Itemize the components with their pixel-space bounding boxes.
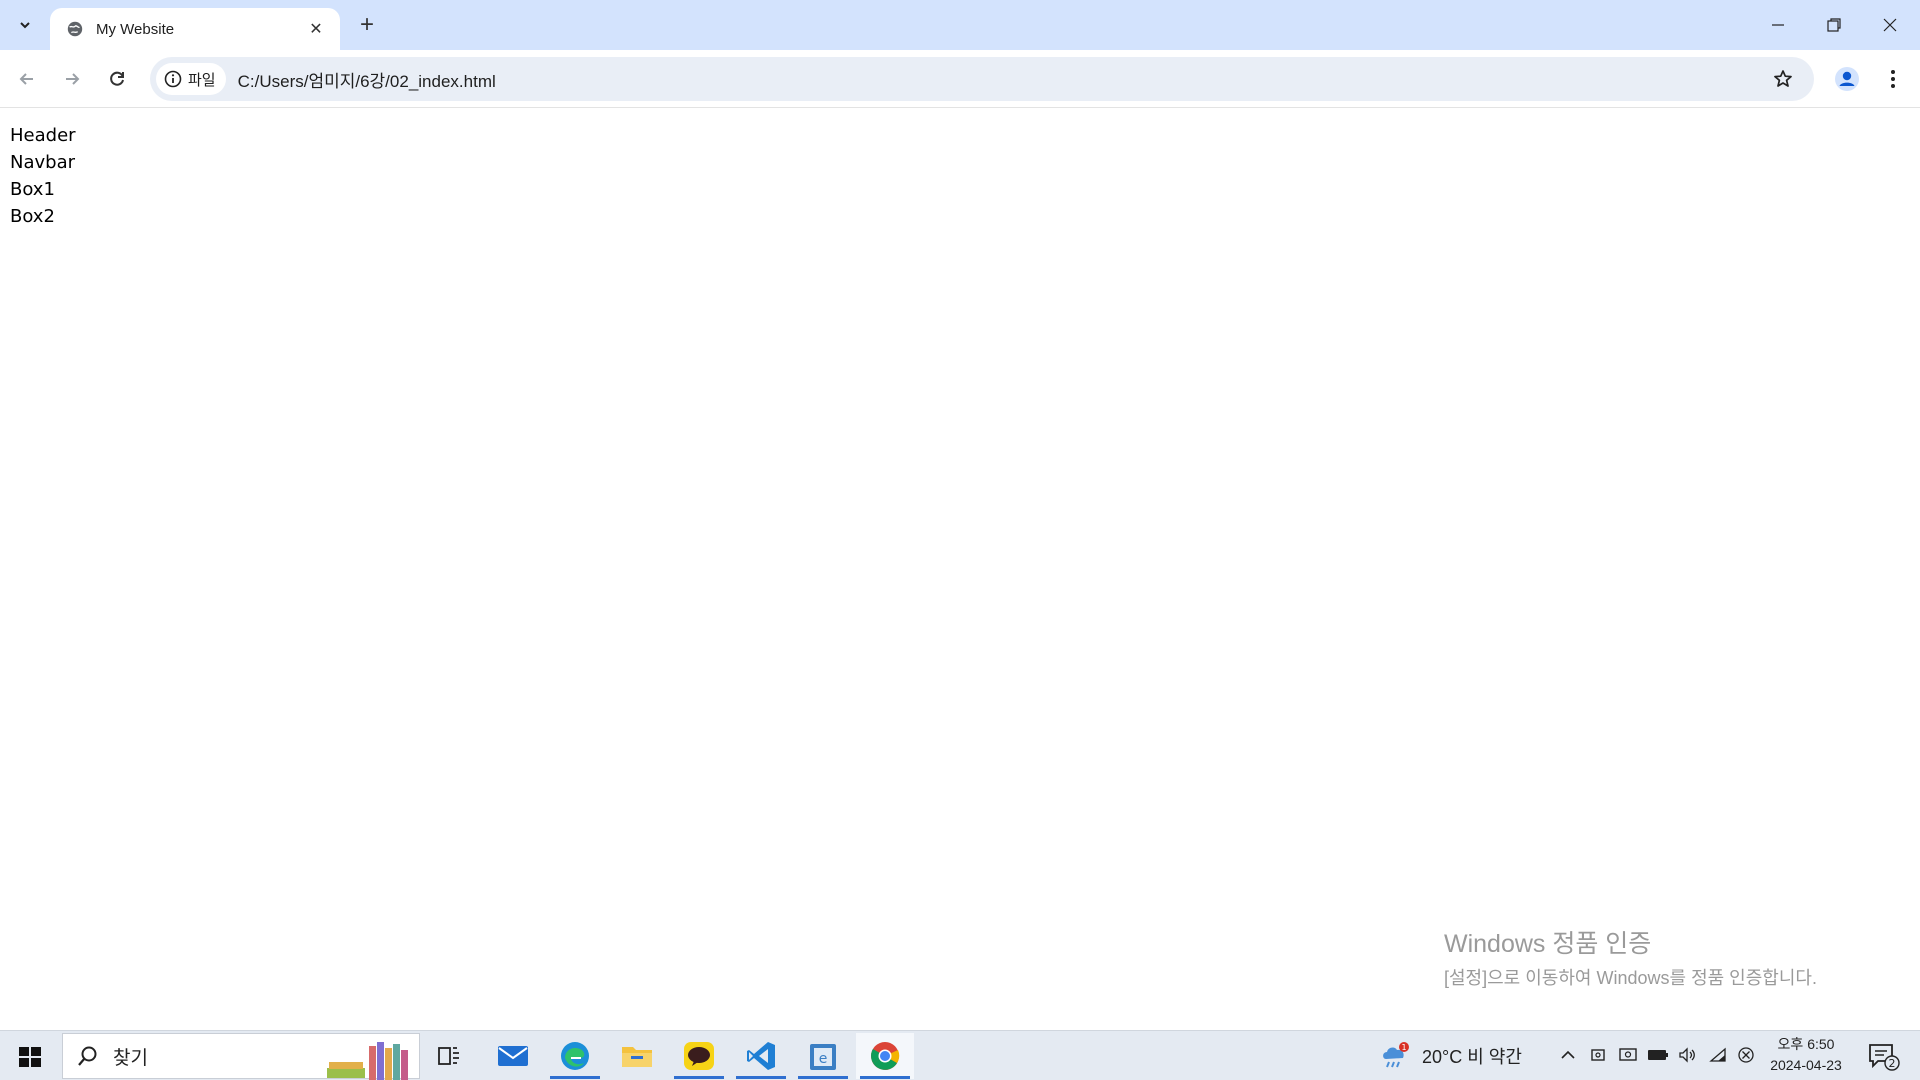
weather-widget[interactable]: 1 20°C 비 약간 (1380, 1041, 1522, 1071)
box1-text: Box1 (10, 179, 55, 200)
kakaotalk-app-button[interactable] (670, 1033, 728, 1079)
tray-ime-button[interactable] (1734, 1043, 1758, 1067)
notification-count: 2 (1889, 1057, 1896, 1070)
box2-text: Box2 (10, 206, 55, 227)
mail-icon (498, 1046, 528, 1066)
site-chip-label: 파일 (188, 71, 216, 89)
tray-battery-button[interactable] (1646, 1043, 1670, 1067)
kakaotalk-icon (684, 1042, 714, 1070)
tab-close-icon[interactable]: ✕ (304, 17, 328, 41)
arrow-right-icon (66, 73, 80, 85)
profile-button[interactable] (1830, 62, 1864, 96)
no-connection-icon (1738, 1047, 1754, 1063)
tray-meet-button[interactable] (1586, 1043, 1610, 1067)
notepad-app-button[interactable]: e (794, 1033, 852, 1079)
header-text: Header (10, 125, 76, 146)
mail-app-button[interactable] (484, 1033, 542, 1079)
close-icon (1883, 18, 1897, 32)
browser-tab[interactable]: My Website ✕ (50, 8, 340, 50)
info-icon (164, 70, 182, 88)
tab-strip: My Website ✕ + (0, 0, 1920, 50)
windows-activation-watermark: Windows 정품 인증 [설정]으로 이동하여 Windows를 정품 인증… (1444, 924, 1817, 990)
edge-app-button[interactable] (546, 1033, 604, 1079)
search-icon (78, 1046, 97, 1066)
chrome-app-button[interactable] (856, 1033, 914, 1079)
books-illustration-icon (327, 1042, 408, 1080)
camera-icon (1591, 1049, 1605, 1061)
close-window-button[interactable] (1862, 0, 1918, 50)
url-text[interactable]: C:/Users/엄미지/6강/02_index.html (238, 67, 1766, 92)
start-button[interactable] (12, 1043, 48, 1071)
new-tab-button[interactable]: + (352, 10, 382, 40)
navbar-text: Navbar (10, 152, 76, 173)
svg-text:e: e (819, 1051, 828, 1067)
chevron-down-icon (20, 22, 30, 29)
restore-button[interactable] (1806, 0, 1862, 50)
more-vert-icon (1891, 70, 1895, 88)
restore-icon (1827, 18, 1841, 32)
weather-alert-badge: 1 (1401, 1043, 1406, 1052)
tray-volume-button[interactable] (1676, 1043, 1700, 1067)
tab-search-button[interactable] (8, 8, 42, 42)
page-content: Header Navbar Box1 Box2 (10, 122, 76, 230)
minimize-icon (1772, 24, 1784, 26)
notification-icon: 2 (1869, 1044, 1900, 1071)
windows-logo-icon (19, 1047, 41, 1067)
tray-network-button[interactable] (1706, 1043, 1730, 1067)
task-view-button[interactable] (420, 1033, 478, 1079)
wifi-icon (1709, 1047, 1726, 1062)
reload-icon (110, 71, 124, 86)
globe-icon (67, 21, 83, 37)
taskbar: 찾기 e 1 20°C 비 약간 오후 6:50 2024-04-23 2 (0, 1030, 1920, 1080)
forward-button[interactable] (55, 62, 89, 96)
taskbar-search-label: 찾기 (113, 1047, 148, 1069)
activation-title: Windows 정품 인증 (1444, 930, 1652, 958)
vscode-app-button[interactable] (732, 1033, 790, 1079)
clock-date: 2024-04-23 (1770, 1057, 1842, 1073)
volume-icon (1679, 1047, 1695, 1063)
tray-device-button[interactable] (1616, 1043, 1640, 1067)
bookmark-button[interactable] (1766, 62, 1800, 96)
rain-cloud-icon: 1 (1383, 1042, 1409, 1068)
avatar-icon (1835, 67, 1859, 91)
minimize-button[interactable] (1750, 0, 1806, 50)
activation-subtitle: [설정]으로 이동하여 Windows를 정품 인증합니다. (1444, 968, 1817, 988)
taskbar-search-box[interactable]: 찾기 (62, 1033, 420, 1080)
clock-time: 오후 6:50 (1777, 1036, 1835, 1052)
chevron-up-icon (1561, 1050, 1575, 1059)
vscode-icon (747, 1042, 775, 1070)
notepad-icon: e (810, 1044, 836, 1070)
back-button[interactable] (10, 62, 44, 96)
file-explorer-button[interactable] (608, 1033, 666, 1079)
reload-button[interactable] (100, 62, 134, 96)
task-view-icon (438, 1047, 459, 1065)
monitor-icon (1619, 1048, 1637, 1061)
folder-icon (622, 1047, 652, 1067)
browser-menu-button[interactable] (1876, 62, 1910, 96)
taskbar-clock[interactable]: 오후 6:50 2024-04-23 (1764, 1034, 1848, 1076)
site-info-chip[interactable]: 파일 (156, 63, 226, 95)
address-bar[interactable]: 파일 C:/Users/엄미지/6강/02_index.html (150, 57, 1814, 101)
tab-title: My Website (96, 20, 175, 38)
chrome-icon (871, 1042, 900, 1070)
notification-center-button[interactable]: 2 (1866, 1041, 1900, 1071)
weather-text: 20°C 비 약간 (1422, 1047, 1522, 1067)
arrow-left-icon (19, 73, 33, 85)
star-icon (1774, 70, 1792, 87)
battery-icon (1648, 1050, 1668, 1060)
show-hidden-icons-button[interactable] (1556, 1043, 1580, 1067)
edge-icon (561, 1042, 589, 1070)
